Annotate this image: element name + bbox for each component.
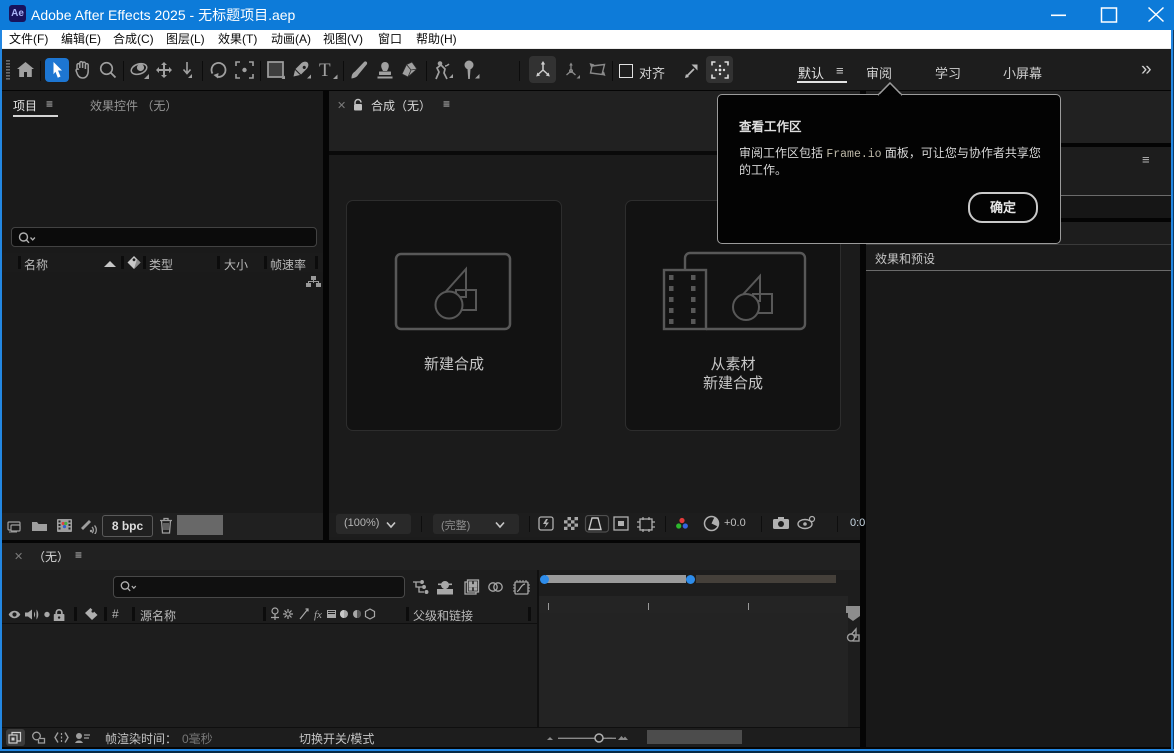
svg-text:fx: fx	[314, 609, 322, 621]
svg-text:T: T	[319, 60, 331, 81]
